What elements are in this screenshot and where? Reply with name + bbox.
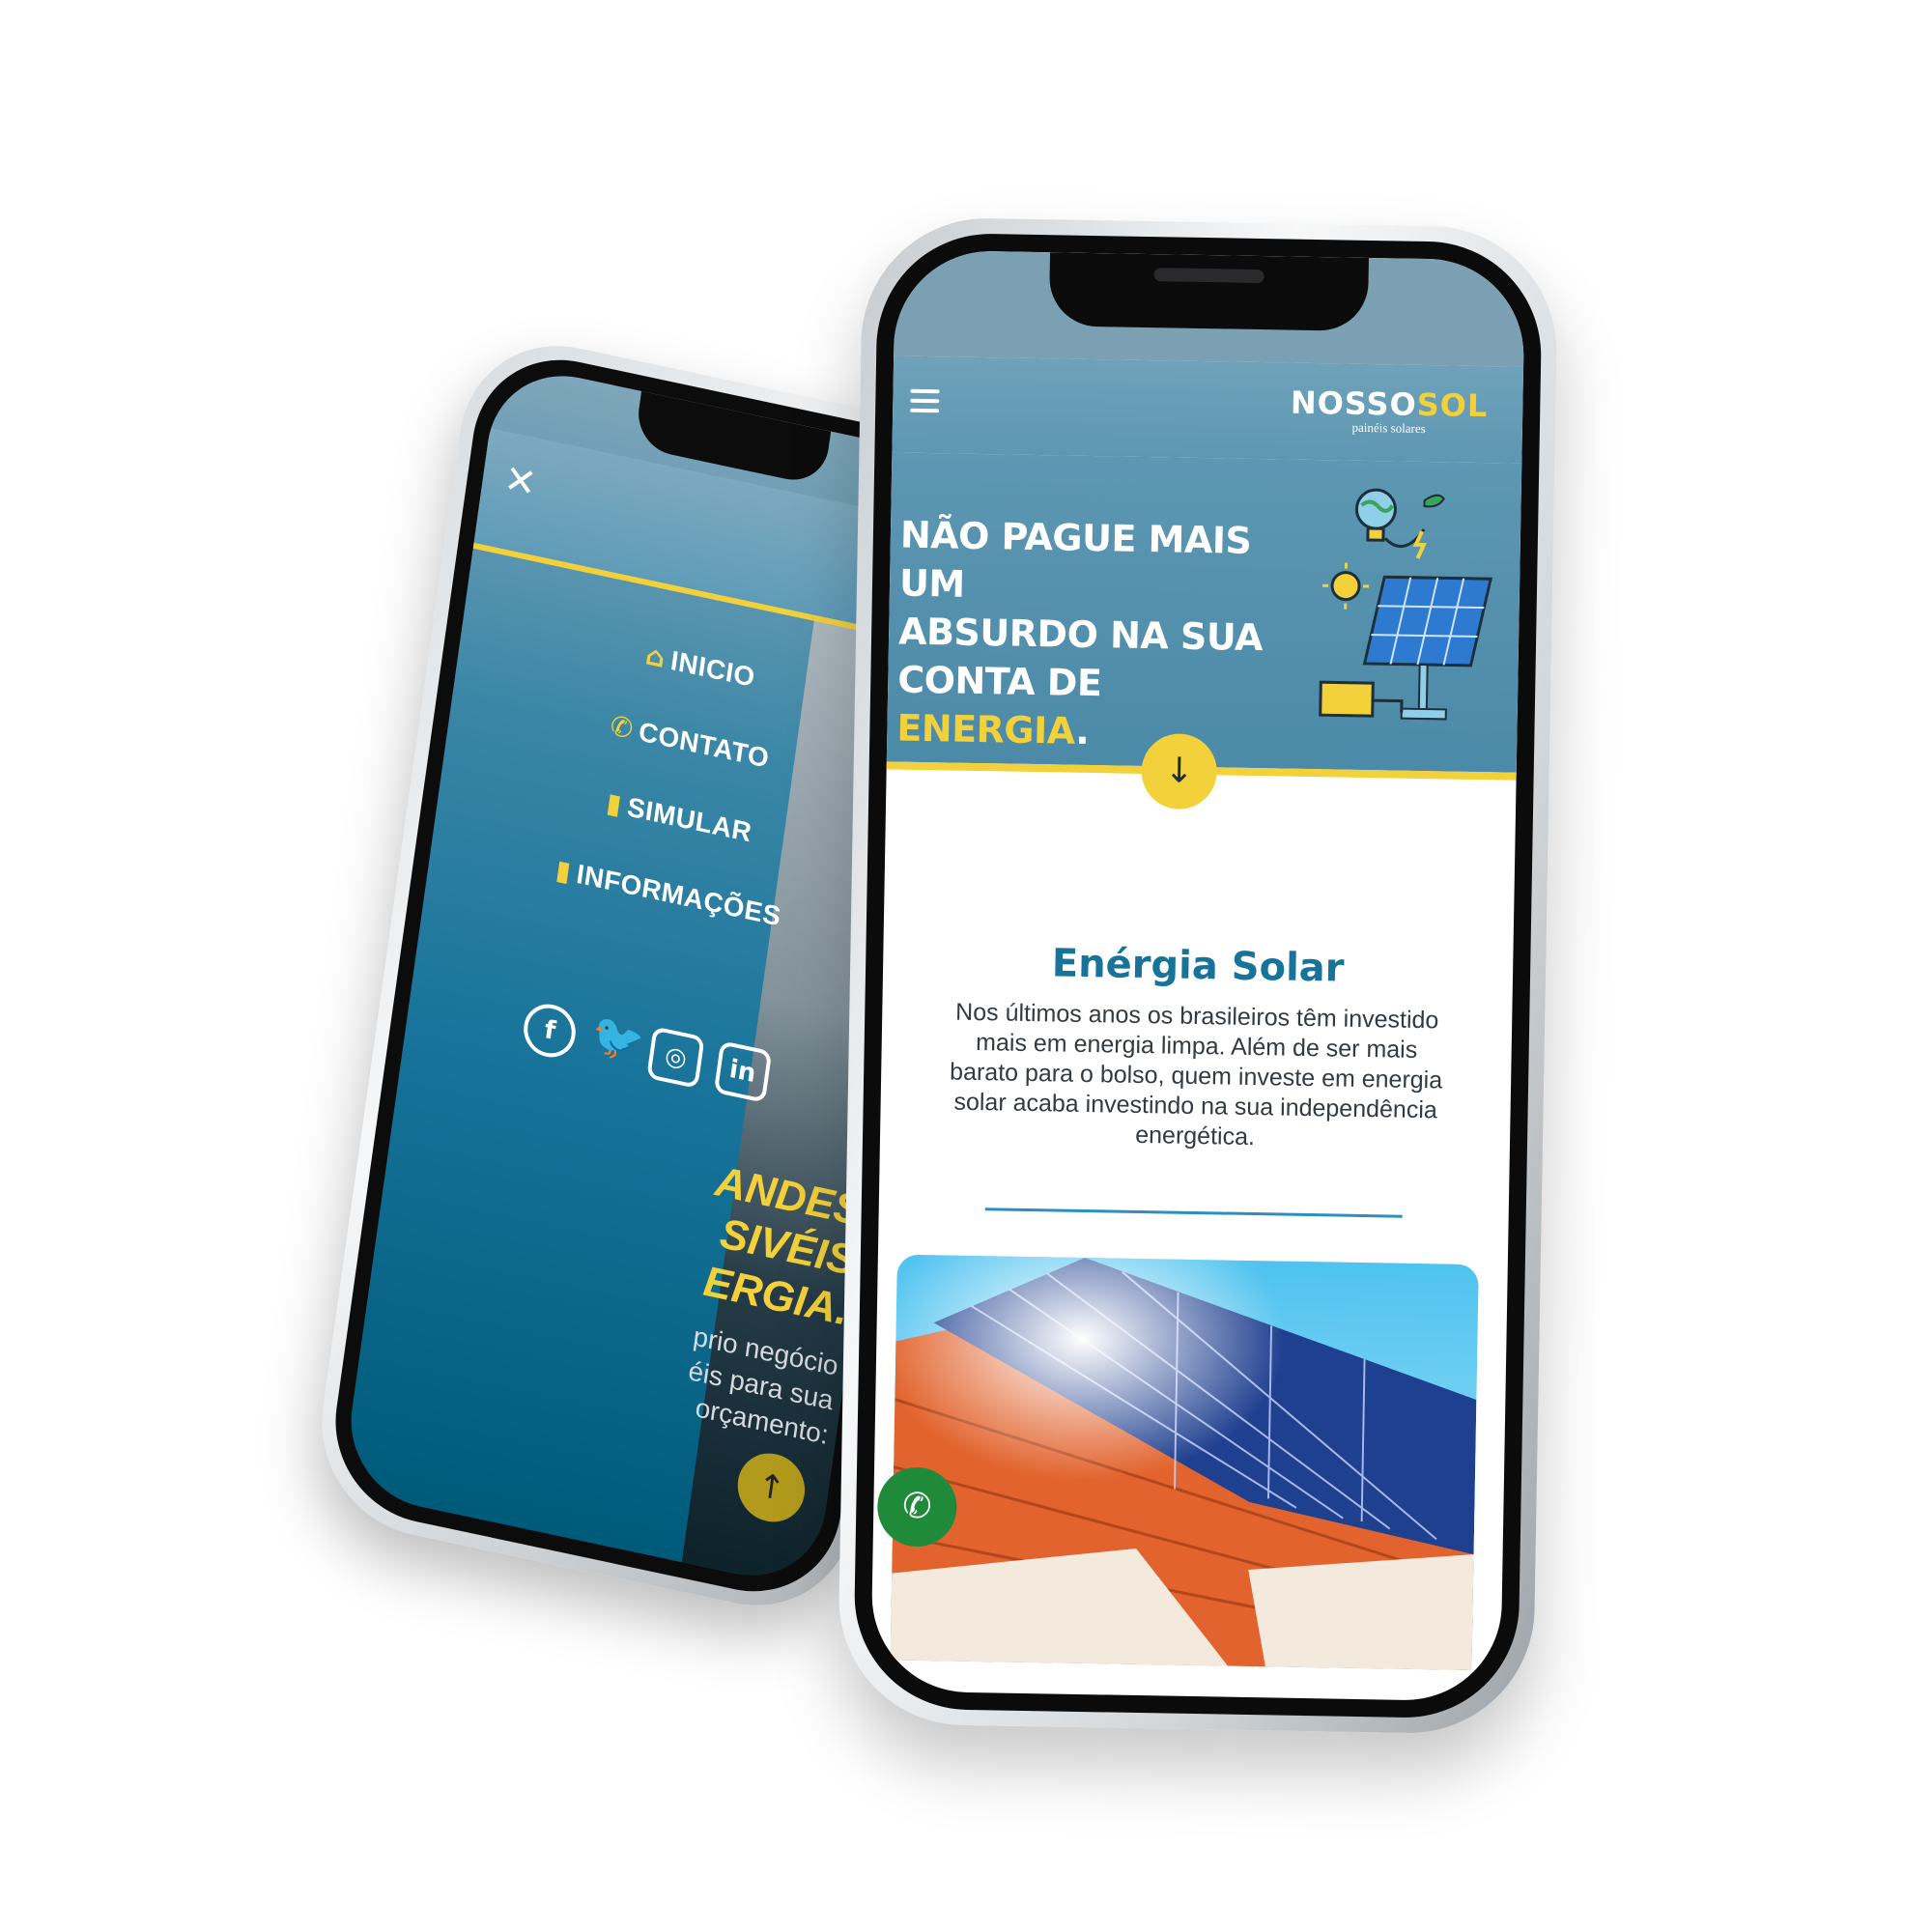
section-title: Enérgia Solar <box>1051 941 1345 991</box>
hero-line-1: NÃO PAGUE MAIS UM <box>898 513 1252 606</box>
solar-roof-photo <box>890 1254 1479 1671</box>
instagram-icon[interactable]: ◎ <box>646 1026 705 1090</box>
menu-item-label: SIMULAR <box>625 791 754 848</box>
brand-name-part1: NOSSO <box>1290 384 1418 423</box>
menu-item-label: CONTATO <box>637 716 772 774</box>
site-header: NOSSOSOL painéis solares <box>892 355 1524 464</box>
device-mockup-stage: ✕ ⌂INICIO ✆CONTATO ▮SIMULAR ▮INFORMAÇÕES… <box>0 0 1932 1932</box>
hero-line-3-end: . <box>1074 709 1090 753</box>
linkedin-icon[interactable]: in <box>713 1040 772 1103</box>
hero-line-3-start: CONTA DE <box>896 658 1102 705</box>
section-divider <box>984 1208 1403 1218</box>
menu-item-label: INFORMAÇÕES <box>574 858 783 932</box>
notch <box>1048 252 1369 331</box>
bar-chart-icon: ▮ <box>554 853 574 889</box>
phone-right: NOSSOSOL painéis solares NÃO PAGUE MAIS … <box>837 215 1559 1736</box>
brand-logo[interactable]: NOSSOSOL painéis solares <box>1290 384 1489 439</box>
close-icon[interactable]: ✕ <box>501 456 539 507</box>
hero-highlight: ENERGIA <box>896 706 1076 753</box>
section-text: Nos últimos anos os brasileiros têm inve… <box>949 998 1443 1151</box>
hero-banner: NÃO PAGUE MAIS UM ABSURDO NA SUA CONTA D… <box>886 452 1522 781</box>
phone-right-screen: NOSSOSOL painéis solares NÃO PAGUE MAIS … <box>870 249 1525 1702</box>
background-heading: ANDES SIVÉIS ERGIA. <box>700 1157 866 1335</box>
home-icon: ⌂ <box>643 639 668 675</box>
speaker-grille <box>1153 268 1264 284</box>
hero-title: NÃO PAGUE MAIS UM ABSURDO NA SUA CONTA D… <box>896 511 1306 759</box>
twitter-icon[interactable]: 🐦 <box>588 1009 647 1068</box>
menu-item-label: INICIO <box>668 644 757 693</box>
hamburger-icon[interactable] <box>910 388 940 419</box>
facebook-icon[interactable]: f <box>521 999 580 1063</box>
scroll-down-button[interactable]: ↓ <box>1141 732 1218 810</box>
brand-name-part2: SOL <box>1416 385 1489 425</box>
solar-roof-image <box>890 1254 1479 1671</box>
bar-chart-icon: ▮ <box>604 785 624 821</box>
solar-panel-illustration-icon <box>1319 488 1493 721</box>
hero-line-2: ABSURDO NA SUA <box>897 610 1264 660</box>
hero-line-3: CONTA DE ENERGIA. <box>896 656 1304 759</box>
phone-icon: ✆ <box>608 709 636 746</box>
